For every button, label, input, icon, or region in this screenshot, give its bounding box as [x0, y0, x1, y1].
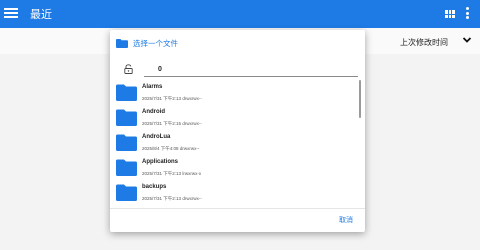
item-name: Applications — [142, 159, 179, 165]
folder-icon — [116, 84, 137, 101]
item-name: Android — [142, 109, 165, 115]
folder-icon — [116, 109, 137, 126]
list-scrollbar[interactable] — [359, 80, 361, 118]
cancel-button[interactable]: 取消 — [339, 215, 353, 225]
file-list: Alarms 2025/7/31 下午2:13 drwxrwx-- Androi… — [114, 80, 364, 208]
page-title: 最近 — [30, 9, 52, 21]
lock-open-icon[interactable] — [124, 64, 133, 74]
dialog-divider — [110, 208, 365, 209]
dialog-title: 选择一个文件 — [133, 38, 178, 48]
list-item[interactable]: Applications 2025/7/31 下午2:13 lrwxrwx-x — [114, 155, 364, 180]
item-meta: 2025/7/31 下午2:15 drwxrwx-- — [142, 121, 202, 126]
path-input[interactable] — [144, 63, 358, 77]
item-name: AndroLua — [142, 134, 171, 140]
item-meta: 2025/7/31 下午2:13 drwxrwx-- — [142, 96, 202, 101]
folder-icon — [116, 134, 137, 151]
sort-label[interactable]: 上次修改时间 — [400, 37, 448, 48]
chevron-down-icon[interactable] — [462, 35, 472, 45]
dialog-header: 选择一个文件 — [116, 37, 178, 49]
folder-icon — [116, 184, 137, 201]
path-row — [124, 62, 364, 78]
menu-icon[interactable] — [4, 6, 18, 20]
more-vert-icon[interactable] — [466, 7, 470, 21]
app-bar: 最近 — [0, 0, 480, 28]
folder-icon — [116, 159, 137, 176]
item-meta: 2025/7/31 下午2:13 lrwxrwx-x — [142, 171, 202, 176]
file-picker-dialog: 选择一个文件 Alarms 2025/7/31 下午2:13 drwxrwx--… — [110, 30, 365, 232]
list-item[interactable]: AndroLua 2025/8/4 下午4:08 drwxrwx-- — [114, 130, 364, 155]
list-item[interactable]: Alarms 2025/7/31 下午2:13 drwxrwx-- — [114, 80, 364, 105]
item-meta: 2025/8/4 下午4:08 drwxrwx-- — [142, 146, 200, 151]
item-meta: 2025/7/31 下午2:13 drwxrwx-- — [142, 196, 202, 201]
folder-icon — [116, 38, 128, 48]
item-name: backups — [142, 184, 167, 190]
item-name: Alarms — [142, 84, 163, 90]
grid-view-icon[interactable] — [445, 10, 455, 18]
list-item[interactable]: Android 2025/7/31 下午2:15 drwxrwx-- — [114, 105, 364, 130]
list-item[interactable]: backups 2025/7/31 下午2:13 drwxrwx-- — [114, 180, 364, 205]
